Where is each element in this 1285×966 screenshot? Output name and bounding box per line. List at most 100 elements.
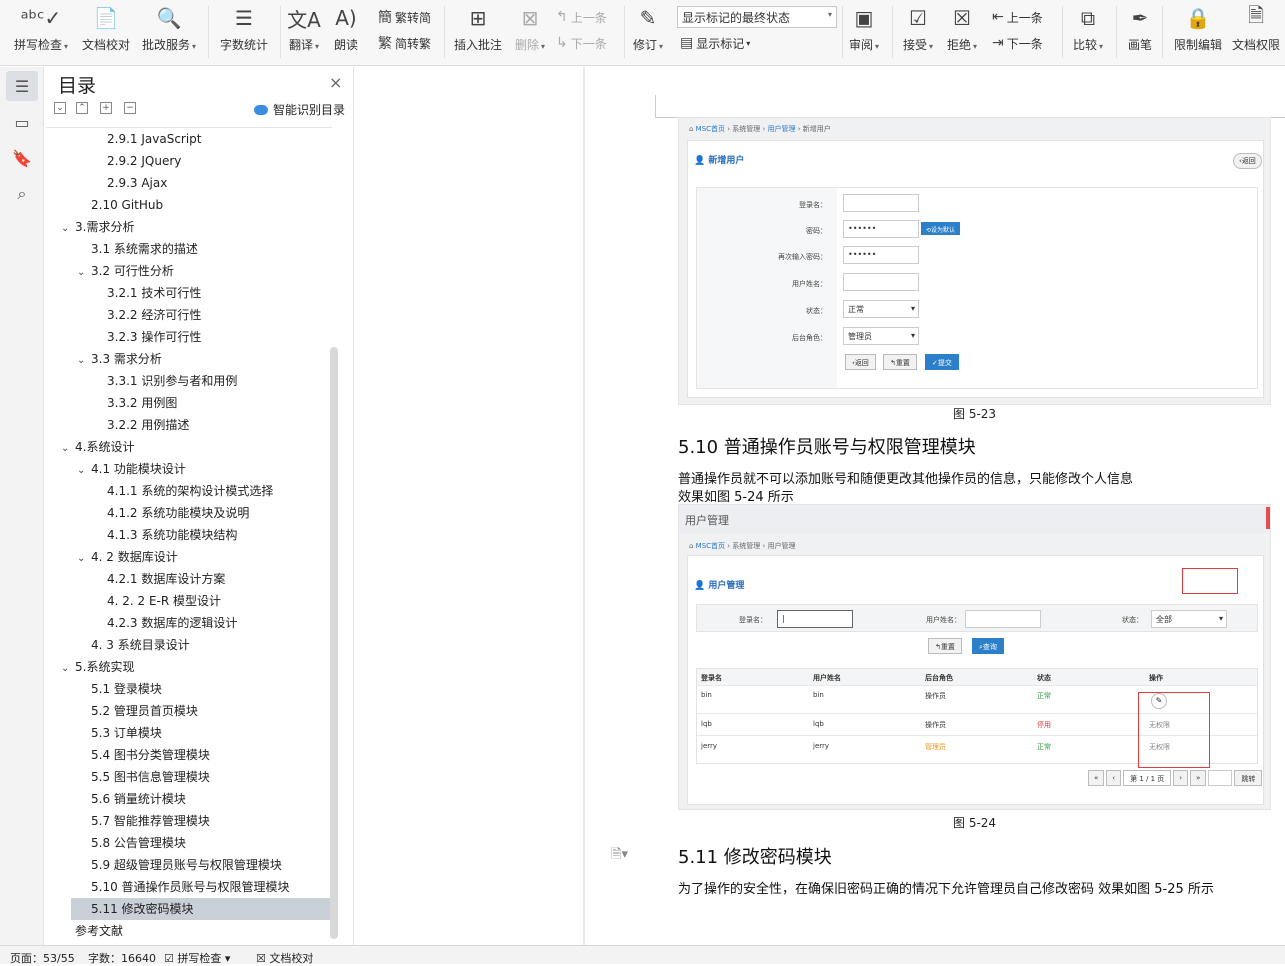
toc-item[interactable]: 4.2.1 数据库设计方案 [107,568,225,590]
spell-check-button[interactable]: ᵃᵇᶜ✓ 拼写检查 ▾ [10,2,72,62]
jump-button[interactable]: 跳转 [1234,770,1263,786]
prev-page-button[interactable]: ‹ [1106,770,1122,786]
toc-item[interactable]: 3.1 系统需求的描述 [91,238,198,260]
submit-button[interactable]: ✓提交 [925,354,959,370]
toc-item[interactable]: 4. 2. 2 E-R 模型设计 [107,590,221,612]
toc-item[interactable]: 参考文献 [75,920,123,942]
next-comment-button[interactable]: ↳ 下一条 [556,32,607,54]
outline-icon[interactable]: ▭ [6,107,38,137]
toc-item[interactable]: 3.2.2 经济可行性 [107,304,201,326]
login-name-input[interactable] [843,194,919,212]
prev-comment-button[interactable]: ↰ 上一条 [556,6,607,28]
toc-item[interactable]: 3.2.2 用例描述 [107,414,189,436]
toc-item[interactable]: 4.1.3 系统功能模块结构 [107,524,237,546]
toc-item[interactable]: ⌄ 4.系统设计 [61,436,134,458]
add-icon[interactable]: + [100,102,112,114]
toc-icon[interactable]: ☰ [6,71,38,101]
login-name-search-input[interactable]: | [777,610,853,628]
close-icon[interactable]: × [329,73,342,92]
doc-permission-button[interactable]: 🗎 文档权限 [1228,2,1284,62]
back-button-top[interactable]: ‹返回 [1233,153,1262,169]
toc-item[interactable]: 2.9.2 JQuery [107,150,181,172]
word-count-button[interactable]: ☰ 字数统计 [216,2,272,62]
toc-scrollbar[interactable] [330,347,338,939]
expand-up-icon[interactable]: ⌃ [76,102,88,114]
restrict-edit-button[interactable]: 🔒 限制编辑 [1170,2,1226,62]
doc-proof-button[interactable]: 📄 文档校对 [78,2,134,62]
accept-button[interactable]: ☑ 接受 ▾ [900,2,936,62]
reset-button[interactable]: ↰重置 [928,638,962,654]
reset-button[interactable]: ↰重置 [883,354,917,370]
toc-item[interactable]: 5.3 订单模块 [91,722,162,744]
toc-item[interactable]: 2.9.3 Ajax [107,172,167,194]
toc-item[interactable]: 5.10 普通操作员账号与权限管理模块 [91,876,290,898]
toc-item[interactable]: 4.2.3 数据库的逻辑设计 [107,612,237,634]
paragraph-format-icon[interactable]: 🗎▾ [611,845,628,867]
role-select[interactable]: 管理员 ▾ [843,327,919,345]
chevron-down-icon: ⌄ [61,223,70,234]
toc-item[interactable]: 3.3.1 识别参与者和用例 [107,370,237,392]
toc-item[interactable]: 4.1.2 系统功能模块及说明 [107,502,249,524]
reject-button[interactable]: ☒ 拒绝 ▾ [944,2,980,62]
status-filter-select[interactable]: 全部 ▾ [1151,610,1227,628]
trad-to-simp-button[interactable]: 簡 繁转简 [378,6,431,28]
insert-comment-button[interactable]: ⊞ 插入批注 [452,2,504,62]
query-button[interactable]: ⌕查询 [972,638,1004,654]
compare-button[interactable]: ⧉ 比较 ▾ [1070,2,1106,62]
toc-item[interactable]: 5.1 登录模块 [91,678,162,700]
toc-item[interactable]: 2.10 GitHub [91,194,163,216]
track-changes-button[interactable]: ✎ 修订 ▾ [630,2,666,62]
bookmark-icon[interactable]: 🔖 [6,143,38,173]
toc-item[interactable]: 5.4 图书分类管理模块 [91,744,210,766]
page-jump-input[interactable] [1208,770,1233,786]
toc-item[interactable]: 4.1.1 系统的架构设计模式选择 [107,480,273,502]
next-change-button[interactable]: ⇥ 下一条 [992,32,1043,54]
toc-item[interactable]: ⌄ 5.系统实现 [61,656,134,678]
toc-item[interactable]: ⌄ 3.需求分析 [61,216,134,238]
review-ribbon: ᵃᵇᶜ✓ 拼写检查 ▾ 📄 文档校对 🔍 批改服务 ▾ ☰ 字数统计 文A 翻译 ▾ … [0,0,1285,66]
review-service-button[interactable]: 🔍 批改服务 ▾ [138,2,200,62]
toc-item[interactable]: 3.3.2 用例图 [107,392,177,414]
read-aloud-button[interactable]: A) 朗读 [330,2,362,62]
set-default-button[interactable]: ⟲设为默认 [921,222,961,235]
figure-caption: 图 5-24 [953,816,997,830]
user-name-input[interactable] [843,273,919,291]
password-input[interactable]: •••••• [843,220,919,238]
show-markup-button[interactable]: ▤ 显示标记 ▾ [680,32,750,54]
page-margin-line [655,95,656,117]
markup-state-select[interactable]: 显示标记的最终状态 ▾ [677,6,837,28]
toc-item[interactable]: 2.9.1 JavaScript [107,128,202,150]
next-page-button[interactable]: › [1173,770,1189,786]
toc-item[interactable]: 5.5 图书信息管理模块 [91,766,210,788]
toc-item[interactable]: 5.8 公告管理模块 [91,832,186,854]
toc-item[interactable]: ⌄ 4.1 功能模块设计 [77,458,186,480]
search-icon[interactable]: ⌕ [6,179,38,209]
translate-button[interactable]: 文A 翻译 ▾ [286,2,322,62]
toc-item[interactable]: 5.6 销量统计模块 [91,788,186,810]
toc-item-selected[interactable]: 5.11 修改密码模块 [71,898,331,920]
user-name-search-input[interactable] [965,610,1041,628]
repeat-password-input[interactable]: •••••• [843,246,919,264]
first-page-button[interactable]: « [1088,770,1105,786]
remove-icon[interactable]: − [124,102,136,114]
status-select[interactable]: 正常 ▾ [843,300,919,318]
back-button[interactable]: ‹返回 [845,354,876,370]
toc-item[interactable]: 3.2.3 操作可行性 [107,326,201,348]
toc-item[interactable]: 3.2.1 技术可行性 [107,282,201,304]
toc-item[interactable]: ⌄ 3.3 需求分析 [77,348,162,370]
toc-item[interactable]: 4. 3 系统目录设计 [91,634,190,656]
toc-item[interactable]: ⌄ 3.2 可行性分析 [77,260,174,282]
collapse-all-icon[interactable]: ⌄ [54,102,66,114]
toc-item[interactable]: 5.7 智能推荐管理模块 [91,810,210,832]
pen-icon: ✒ [1131,6,1149,30]
prev-change-button[interactable]: ⇤ 上一条 [992,6,1043,28]
toc-item[interactable]: 5.2 管理员首页模块 [91,700,198,722]
delete-comment-button[interactable]: ⊠ 删除 ▾ [510,2,550,62]
last-page-button[interactable]: » [1190,770,1207,786]
toc-item[interactable]: 5.9 超级管理员账号与权限管理模块 [91,854,282,876]
toc-item[interactable]: ⌄ 4. 2 数据库设计 [77,546,178,568]
simp-to-trad-button[interactable]: 繁 简转繁 [378,32,431,54]
review-pane-button[interactable]: ▣ 审阅 ▾ [846,2,882,62]
smart-toc-button[interactable]: 智能识别目录 [254,101,345,118]
pen-button[interactable]: ✒ 画笔 [1124,2,1156,62]
